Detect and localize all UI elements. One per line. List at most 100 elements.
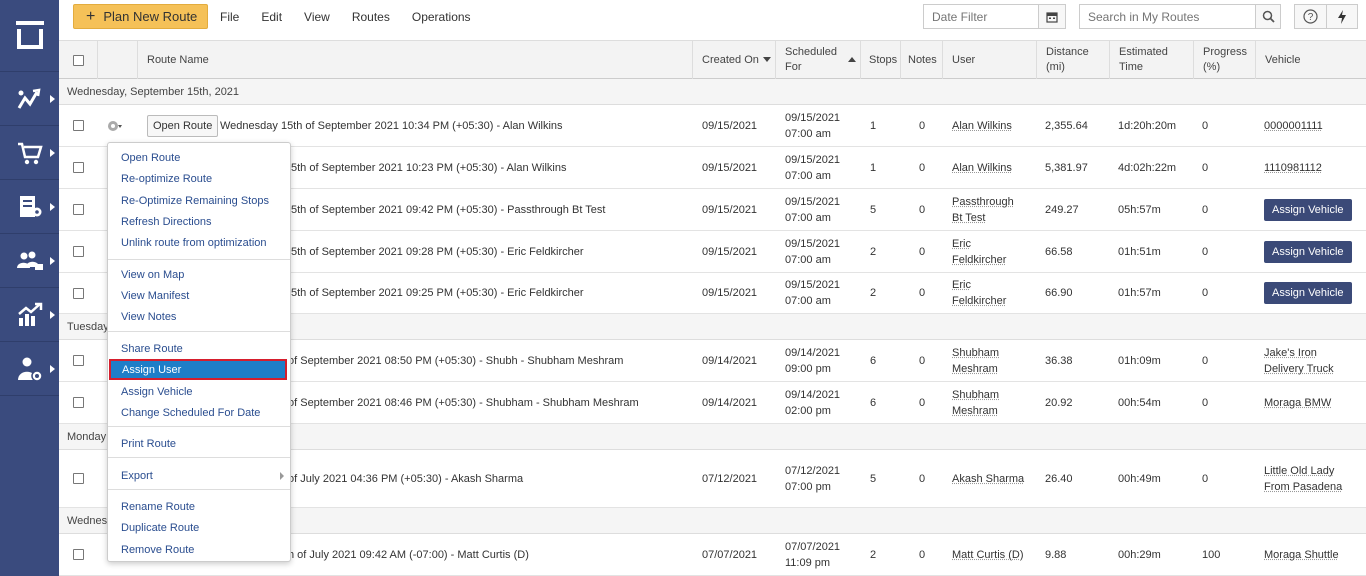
table-row[interactable]: Open Route Wednesday 15th of September 20… [59,105,1366,147]
header-created-on[interactable]: Created On [693,41,776,79]
sidebar-item-team[interactable] [0,234,59,288]
header-vehicle[interactable]: Vehicle [1256,41,1366,79]
user-name[interactable]: Eric [952,236,971,252]
menu-rename-route[interactable]: Rename Route [108,498,290,516]
menu-change-scheduled-date[interactable]: Change Scheduled For Date [108,404,290,422]
user-name-line2[interactable]: Feldkircher [952,293,1006,309]
route-name[interactable]: of July 2021 04:36 PM (+05:30) - Akash S… [288,471,523,487]
menu-bar: File Edit View Routes Operations [220,10,493,24]
progress-value: 0 [1202,287,1209,299]
menu-file[interactable]: File [220,10,239,24]
route-name[interactable]: h of July 2021 09:42 AM (-07:00) - Matt … [288,547,529,563]
logo-icon [15,20,44,49]
menu-assign-vehicle[interactable]: Assign Vehicle [108,383,290,401]
menu-refresh-directions[interactable]: Refresh Directions [108,213,290,231]
vehicle-name[interactable]: 0000001111 [1264,118,1323,134]
scheduled-date: 09/15/2021 [785,111,841,124]
app-logo[interactable] [0,0,59,72]
user-name-line2[interactable]: Feldkircher [952,252,1006,268]
menu-routes[interactable]: Routes [352,10,390,24]
menu-view-on-map[interactable]: View on Map [108,266,290,284]
route-name[interactable]: 5th of September 2021 09:25 PM (+05:30) … [291,285,584,301]
user-name[interactable]: Akash Sharma [952,471,1024,487]
vehicle-name[interactable]: Moraga Shuttle [1264,547,1339,563]
search-input[interactable] [1080,5,1256,28]
menu-view[interactable]: View [304,10,330,24]
vehicle-name-line2[interactable]: Delivery Truck [1264,361,1334,377]
menu-reoptimize-remaining[interactable]: Re-Optimize Remaining Stops [108,192,290,210]
user-name[interactable]: Alan Wilkins [952,118,1012,134]
select-all-checkbox[interactable] [72,54,84,66]
calendar-icon[interactable] [1038,5,1065,28]
estimated-time: 05h:57m [1118,203,1161,216]
header-progress[interactable]: Progress (%) [1194,41,1256,79]
row-checkbox[interactable] [73,355,84,366]
header-route-name[interactable]: Route Name [138,41,693,79]
user-name[interactable]: Shubham [952,345,999,361]
created-on: 09/15/2021 [702,203,758,216]
user-name[interactable]: Alan Wilkins [952,160,1012,176]
user-name[interactable]: Eric [952,277,971,293]
row-checkbox[interactable] [73,204,84,215]
header-scheduled-for[interactable]: Scheduled For [776,41,861,79]
menu-print-route[interactable]: Print Route [108,435,290,453]
menu-edit[interactable]: Edit [261,10,282,24]
assign-vehicle-button[interactable]: Assign Vehicle [1264,240,1352,263]
assign-vehicle-button[interactable]: Assign Vehicle [1264,198,1352,221]
header-user[interactable]: User [943,41,1037,79]
plan-new-route-button[interactable]: + Plan New Route [73,4,208,29]
menu-view-manifest[interactable]: View Manifest [108,287,290,305]
row-checkbox[interactable] [73,162,84,173]
header-estimated-time[interactable]: Estimated Time [1110,41,1194,79]
menu-operations[interactable]: Operations [412,10,471,24]
sidebar-item-settings[interactable] [0,342,59,396]
row-checkbox[interactable] [73,120,84,131]
row-checkbox[interactable] [73,287,84,299]
header-notes[interactable]: Notes [901,41,943,79]
menu-export[interactable]: Export [108,467,290,485]
user-settings-icon [17,357,43,382]
vehicle-name[interactable]: 1110981112 [1264,160,1322,176]
user-name-line2[interactable]: Bt Test [952,210,985,226]
date-filter-input[interactable] [924,5,1038,28]
route-name[interactable]: 5th of September 2021 09:28 PM (+05:30) … [291,244,584,260]
menu-remove-route[interactable]: Remove Route [108,541,290,559]
vehicle-name[interactable]: Jake's Iron [1264,345,1317,361]
sidebar-item-orders[interactable] [0,126,59,180]
assign-vehicle-button[interactable]: Assign Vehicle [1264,282,1352,304]
route-name[interactable]: of September 2021 08:46 PM (+05:30) - Sh… [288,395,639,411]
header-stops[interactable]: Stops [861,41,901,79]
gear-icon[interactable] [106,119,124,133]
sidebar-item-schedule[interactable] [0,180,59,234]
sidebar-item-routes[interactable] [0,72,59,126]
open-route-button[interactable]: Open Route [147,114,219,137]
row-checkbox[interactable] [73,397,84,408]
route-name[interactable]: 5th of September 2021 10:23 PM (+05:30) … [291,160,566,176]
row-checkbox[interactable] [73,246,84,257]
menu-open-route[interactable]: Open Route [108,149,290,167]
route-name[interactable]: of September 2021 08:50 PM (+05:30) - Sh… [288,353,623,369]
menu-assign-user[interactable]: Assign User [109,359,287,380]
menu-duplicate-route[interactable]: Duplicate Route [108,519,290,537]
user-name-line2[interactable]: Meshram [952,361,998,377]
row-checkbox[interactable] [73,473,84,484]
menu-unlink-route[interactable]: Unlink route from optimization [108,234,290,252]
menu-reoptimize-route[interactable]: Re-optimize Route [108,170,290,188]
sidebar-item-analytics[interactable] [0,288,59,342]
lightning-icon[interactable] [1327,5,1358,28]
vehicle-name[interactable]: Little Old Lady [1264,463,1334,479]
vehicle-name[interactable]: Moraga BMW [1264,395,1331,411]
user-name[interactable]: Passthrough [952,194,1014,210]
user-name[interactable]: Matt Curtis (D) [952,547,1024,563]
user-name-line2[interactable]: Meshram [952,403,998,419]
vehicle-name-line2[interactable]: From Pasadena [1264,479,1342,495]
help-icon[interactable]: ? [1295,5,1327,28]
header-distance[interactable]: Distance (mi) [1037,41,1110,79]
route-name[interactable]: Wednesday 15th of September 2021 10:34 P… [220,118,563,134]
menu-share-route[interactable]: Share Route [108,340,290,358]
route-name[interactable]: 5th of September 2021 09:42 PM (+05:30) … [291,202,605,218]
menu-view-notes[interactable]: View Notes [108,308,290,326]
user-name[interactable]: Shubham [952,387,999,403]
row-checkbox[interactable] [73,549,84,560]
search-icon[interactable] [1255,5,1280,28]
